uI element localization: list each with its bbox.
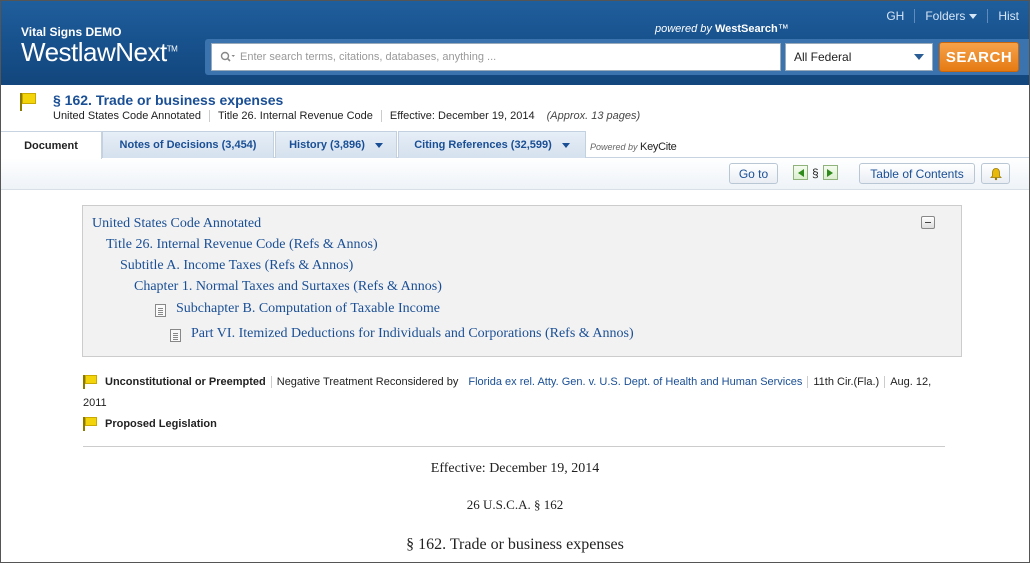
- document-tabs: Document Notes of Decisions (3,454) Hist…: [1, 131, 1029, 159]
- document-meta: United States Code Annotated Title 26. I…: [53, 110, 648, 122]
- document-title-ref: Title 26. Internal Revenue Code: [209, 110, 381, 122]
- powered-by-prefix: powered by: [655, 23, 712, 35]
- negative-treatment: Unconstitutional or Preempted Negative T…: [105, 376, 936, 388]
- treatment-date-year: 2011: [83, 397, 107, 409]
- next-section-button[interactable]: [822, 165, 838, 180]
- document-title: § 162. Trade or business expenses: [53, 92, 284, 108]
- toc-link-title-26[interactable]: Title 26. Internal Revenue Code (Refs & …: [106, 237, 378, 253]
- brand-name: WestlawNext: [21, 37, 167, 67]
- folders-menu[interactable]: Folders: [914, 9, 987, 23]
- treatment-status: Unconstitutional or Preempted: [105, 376, 266, 388]
- document-toolbar: Go to § Table of Contents: [1, 158, 1029, 190]
- toc-link-part-vi[interactable]: Part VI. Itemized Deductions for Individ…: [191, 326, 634, 342]
- document-pages: (Approx. 13 pages): [546, 110, 641, 122]
- tab-notes-of-decisions[interactable]: Notes of Decisions (3,454): [102, 131, 274, 158]
- keycite-prefix: Powered by: [590, 142, 638, 152]
- chevron-down-icon[interactable]: [561, 142, 570, 148]
- section-symbol: §: [812, 165, 819, 180]
- bell-icon: [989, 167, 1002, 180]
- previous-section-button[interactable]: [793, 165, 808, 180]
- jurisdiction-select[interactable]: All Federal: [785, 43, 933, 71]
- tab-citing-label: Citing References (32,599): [414, 139, 552, 151]
- user-initials-link[interactable]: GH: [876, 9, 914, 23]
- treatment-date: Aug. 12,: [884, 376, 936, 388]
- treatment-note: Negative Treatment Reconsidered by: [270, 376, 464, 388]
- divider: [83, 446, 945, 447]
- tab-document-label: Document: [24, 139, 78, 152]
- top-nav: GH Folders Hist: [876, 9, 1029, 23]
- table-of-contents-button[interactable]: Table of Contents: [859, 163, 975, 184]
- jurisdiction-value: All Federal: [794, 50, 852, 64]
- toc-link-usca[interactable]: United States Code Annotated: [92, 216, 261, 232]
- westsearch-trademark: ™: [777, 23, 789, 35]
- toc-link-chapter-1[interactable]: Chapter 1. Normal Taxes and Surtaxes (Re…: [134, 279, 442, 295]
- keycite-logo: KeyCite: [640, 141, 677, 153]
- folders-label: Folders: [925, 9, 966, 23]
- treatment-case-link[interactable]: Florida ex rel. Atty. Gen. v. U.S. Dept.…: [463, 376, 807, 388]
- chevron-down-icon[interactable]: [374, 142, 383, 148]
- proposed-legislation-label[interactable]: Proposed Legislation: [105, 418, 217, 430]
- body-effective-date: Effective: December 19, 2014: [430, 461, 600, 476]
- brand-trademark: TM: [166, 44, 178, 54]
- search-button[interactable]: SEARCH: [939, 42, 1019, 72]
- toc-link-subtitle-a[interactable]: Subtitle A. Income Taxes (Refs & Annos): [120, 258, 353, 274]
- tab-history-label: History (3,896): [289, 139, 365, 151]
- document-header: § 162. Trade or business expenses United…: [1, 85, 1029, 129]
- document-icon: [155, 304, 166, 317]
- tab-notes-label: Notes of Decisions (3,454): [119, 139, 257, 151]
- tab-history[interactable]: History (3,896): [275, 131, 397, 158]
- yellow-flag-icon[interactable]: [20, 93, 36, 111]
- tab-citing-references[interactable]: Citing References (32,599): [398, 131, 586, 158]
- toc-link-subchapter-b[interactable]: Subchapter B. Computation of Taxable Inc…: [176, 301, 440, 317]
- alert-bell-button[interactable]: [981, 163, 1010, 184]
- treatment-court: 11th Cir.(Fla.): [807, 376, 884, 388]
- yellow-flag-icon: [83, 417, 97, 431]
- body-section-heading: § 162. Trade or business expenses: [406, 536, 624, 553]
- document-effective: Effective: December 19, 2014: [380, 110, 543, 122]
- app-header: Vital Signs DEMO WestlawNextTM powered b…: [1, 1, 1029, 85]
- document-source: United States Code Annotated: [53, 110, 201, 122]
- collapse-icon[interactable]: [921, 216, 935, 229]
- document-icon: [170, 329, 181, 342]
- search-bar: All Federal SEARCH: [205, 39, 1029, 75]
- yellow-flag-icon: [83, 375, 97, 389]
- search-field[interactable]: [211, 43, 781, 71]
- tab-document[interactable]: Document: [1, 131, 102, 159]
- chevron-down-icon: [969, 14, 978, 20]
- toc-breadcrumb-box: United States Code Annotated Title 26. I…: [82, 205, 962, 357]
- section-navigation: §: [793, 165, 838, 180]
- dropdown-arrow-icon: [914, 54, 924, 60]
- westlawnext-logo[interactable]: WestlawNextTM: [21, 37, 178, 68]
- body-citation: 26 U.S.C.A. § 162: [466, 497, 564, 512]
- history-menu[interactable]: Hist: [987, 9, 1029, 23]
- westsearch-brand: WestSearch: [714, 23, 778, 35]
- powered-by-keycite: Powered by KeyCite: [590, 141, 677, 153]
- powered-by-westsearch: powered by WestSearch™: [655, 23, 789, 35]
- search-icon[interactable]: [220, 51, 236, 63]
- arrow-right-icon: [827, 168, 834, 177]
- go-to-button[interactable]: Go to: [729, 163, 778, 184]
- search-input[interactable]: [240, 51, 760, 63]
- arrow-left-icon: [797, 168, 804, 177]
